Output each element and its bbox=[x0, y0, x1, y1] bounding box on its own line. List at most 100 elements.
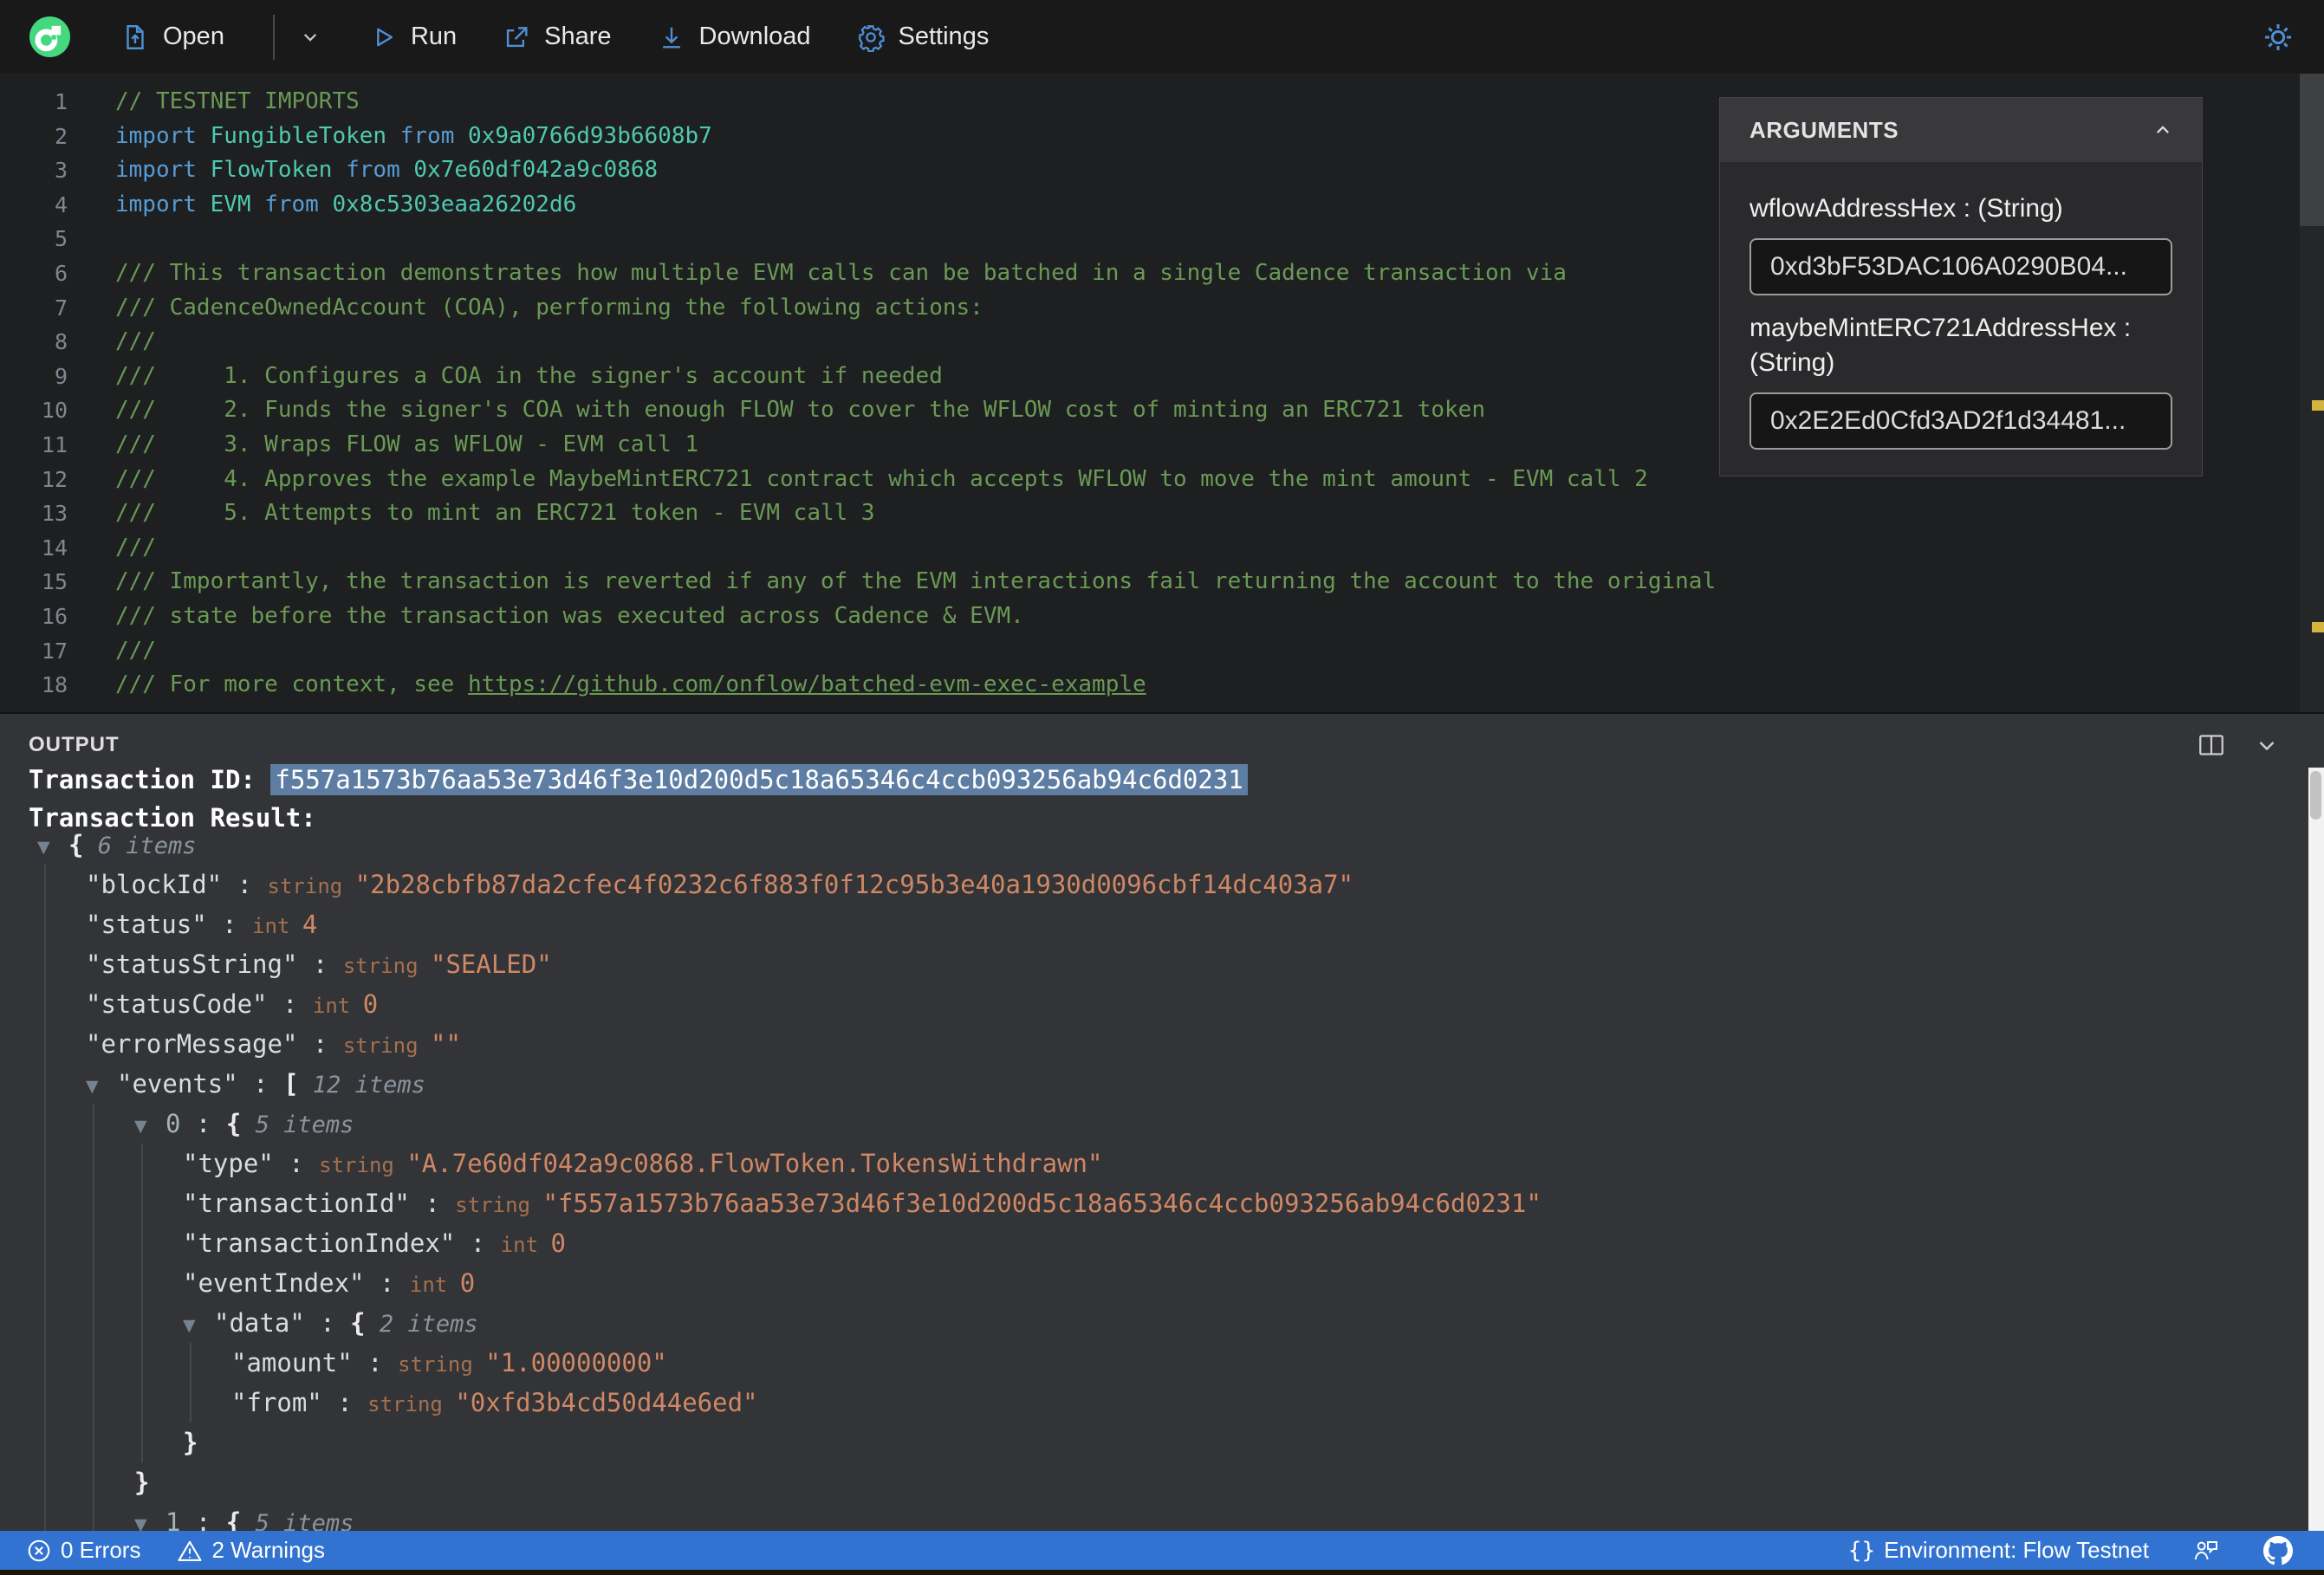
code-line[interactable]: 17 /// bbox=[0, 634, 2298, 669]
tree-row: } bbox=[0, 1462, 2307, 1502]
tree-token: "type" bbox=[183, 1149, 274, 1178]
tree-row: ▼{ 6 items bbox=[0, 825, 2307, 865]
tree-token: "transactionId" bbox=[183, 1189, 410, 1218]
arguments-panel: ARGUMENTS wflowAddressHex : (String) 0xd3… bbox=[1719, 97, 2203, 476]
code-text: /// state before the transaction was exe… bbox=[92, 600, 1024, 634]
code-token: /// 5. Attempts to mint an ERC721 token … bbox=[115, 500, 875, 527]
tree-row: "statusString" : string "SEALED" bbox=[0, 944, 2307, 984]
line-number: 13 bbox=[41, 501, 68, 527]
code-text: /// 5. Attempts to mint an ERC721 token … bbox=[92, 496, 875, 531]
environment-status[interactable]: {} Environment: Flow Testnet bbox=[1848, 1537, 2149, 1564]
tree-token: "eventIndex" bbox=[183, 1268, 365, 1298]
playground-window: Open Run Share Download Settings 1 // TE… bbox=[0, 0, 2324, 1575]
indent-guide bbox=[93, 1144, 94, 1183]
run-button[interactable]: Run bbox=[368, 23, 457, 52]
tree-token: : bbox=[297, 950, 343, 979]
tree-token: : bbox=[321, 1388, 368, 1417]
indent-guide bbox=[44, 984, 46, 1024]
code-token: 0x7e60df042a9c0868 bbox=[413, 157, 659, 184]
collapse-triangle-icon[interactable]: ▼ bbox=[37, 827, 68, 867]
code-line[interactable]: 14 /// bbox=[0, 531, 2298, 566]
code-text: /// 1. Configures a COA in the signer's … bbox=[92, 360, 943, 394]
flow-logo[interactable] bbox=[29, 16, 70, 57]
argument-input[interactable]: 0xd3bF53DAC106A0290B04... bbox=[1749, 238, 2172, 295]
tree-row: "amount" : string "1.00000000" bbox=[0, 1343, 2307, 1383]
split-editor-icon[interactable] bbox=[2196, 729, 2227, 761]
tree-token: "statusCode" bbox=[86, 989, 268, 1019]
feedback-person-icon bbox=[2194, 1540, 2217, 1559]
tree-token: "status" bbox=[86, 910, 207, 939]
indent-guide bbox=[93, 1502, 94, 1531]
collapse-output-chevron-icon[interactable] bbox=[2251, 729, 2282, 761]
code-token: import bbox=[115, 191, 197, 217]
transaction-id-value: f557a1573b76aa53e73d46f3e10d200d5c18a653… bbox=[270, 764, 1248, 795]
tree-token: { bbox=[68, 830, 84, 859]
output-panel: OUTPUT Transaction ID: f557a1573b76aa53e… bbox=[0, 714, 2324, 1531]
code-token: /// 3. Wraps FLOW as WFLOW - EVM call 1 bbox=[115, 431, 699, 457]
collapse-triangle-icon[interactable]: ▼ bbox=[183, 1306, 214, 1345]
warnings-status[interactable]: 2 Warnings bbox=[177, 1537, 325, 1564]
settings-gear-icon bbox=[858, 24, 885, 52]
line-number: 7 bbox=[54, 295, 68, 321]
code-token: /// CadenceOwnedAccount (COA), performin… bbox=[115, 294, 983, 321]
desktop-background-strip bbox=[0, 1570, 2324, 1575]
indent-guide bbox=[93, 1104, 94, 1144]
tree-token: string bbox=[267, 874, 355, 898]
tree-token: [ bbox=[283, 1069, 299, 1099]
indent-guide bbox=[141, 1183, 143, 1223]
indent-guide bbox=[93, 1183, 94, 1223]
argument-input[interactable]: 0x2E2Ed0Cfd3AD2f1d34481... bbox=[1749, 392, 2172, 450]
output-scrollbar[interactable] bbox=[2308, 768, 2324, 1531]
code-line[interactable]: 16 /// state before the transaction was e… bbox=[0, 600, 2298, 634]
tree-token: "data" bbox=[214, 1308, 305, 1338]
tree-token: "events" bbox=[117, 1069, 238, 1099]
tree-token: "statusString" bbox=[86, 950, 298, 979]
tree-row: ▼ 1 : { 5 items bbox=[0, 1502, 2307, 1531]
warning-marker bbox=[2312, 622, 2324, 632]
github-button[interactable] bbox=[2263, 1535, 2293, 1565]
indent-guide bbox=[44, 1144, 46, 1183]
code-link[interactable]: https://github.com/onflow/batched-evm-ex… bbox=[468, 671, 1146, 697]
errors-status[interactable]: 0 Errors bbox=[26, 1537, 140, 1564]
collapse-chevron-up-icon[interactable] bbox=[2150, 117, 2176, 143]
line-number: 4 bbox=[54, 191, 68, 217]
line-number: 12 bbox=[41, 466, 68, 492]
settings-button[interactable]: Settings bbox=[856, 23, 989, 52]
theme-toggle-sun-icon[interactable] bbox=[2262, 21, 2295, 54]
tree-token: string bbox=[319, 1153, 407, 1177]
tree-token: "errorMessage" bbox=[86, 1029, 298, 1059]
feedback-button[interactable] bbox=[2192, 1537, 2220, 1565]
collapse-triangle-icon[interactable]: ▼ bbox=[134, 1106, 166, 1146]
tree-token: : bbox=[180, 1507, 226, 1531]
tree-token: { bbox=[350, 1308, 366, 1338]
code-token: // TESTNET IMPORTS bbox=[115, 88, 360, 114]
tree-token: } bbox=[134, 1468, 150, 1497]
arguments-header[interactable]: ARGUMENTS bbox=[1720, 98, 2202, 162]
status-bar-right: {} Environment: Flow Testnet bbox=[1815, 1535, 2293, 1565]
run-icon bbox=[377, 28, 393, 46]
collapse-triangle-icon[interactable]: ▼ bbox=[134, 1505, 166, 1531]
download-button[interactable]: Download bbox=[657, 23, 811, 52]
code-token: FungibleToken bbox=[210, 122, 387, 149]
editor-scrollbar[interactable] bbox=[2300, 74, 2324, 712]
open-button[interactable]: Open bbox=[120, 23, 224, 52]
code-line[interactable]: 18 /// For more context, see https://gith… bbox=[0, 668, 2298, 703]
code-text: /// 2. Funds the signer's COA with enoug… bbox=[92, 393, 1485, 428]
output-scrollbar-thumb[interactable] bbox=[2310, 771, 2321, 820]
editor-scrollbar-thumb[interactable] bbox=[2300, 74, 2324, 226]
code-line[interactable]: 15 /// Importantly, the transaction is re… bbox=[0, 565, 2298, 600]
output-title: OUTPUT bbox=[29, 733, 120, 756]
share-button[interactable]: Share bbox=[502, 23, 612, 52]
code-token: /// For more context, see bbox=[115, 671, 468, 698]
status-bar-left: 0 Errors 2 Warnings bbox=[26, 1537, 351, 1564]
collapse-triangle-icon[interactable]: ▼ bbox=[86, 1066, 117, 1106]
code-token: EVM bbox=[210, 191, 251, 217]
code-line[interactable]: 13 /// 5. Attempts to mint an ERC721 toke… bbox=[0, 496, 2298, 531]
open-dropdown-button[interactable] bbox=[297, 24, 323, 50]
indent-guide bbox=[44, 1343, 46, 1383]
code-text: // TESTNET IMPORTS bbox=[92, 85, 360, 120]
run-label: Run bbox=[410, 23, 458, 50]
tree-token: : bbox=[364, 1268, 410, 1298]
